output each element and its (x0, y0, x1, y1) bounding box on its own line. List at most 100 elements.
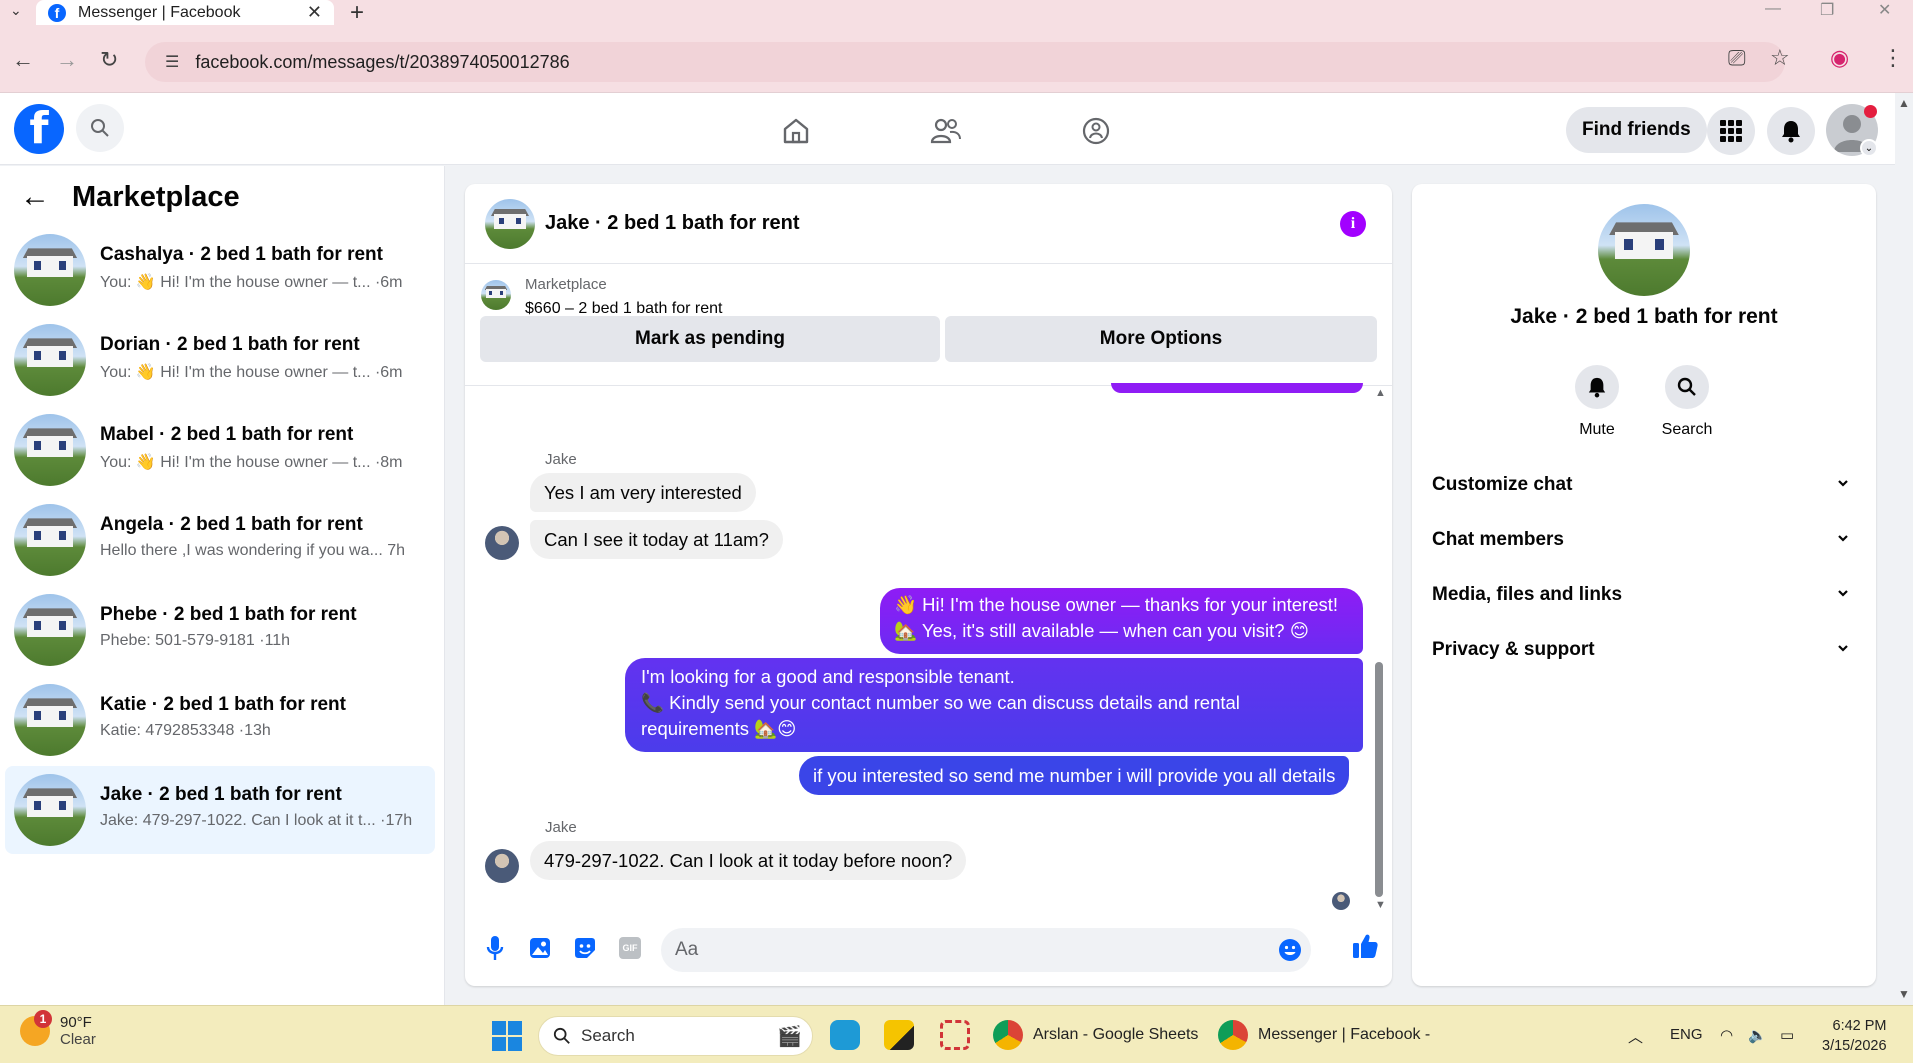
windows-start-icon[interactable] (492, 1021, 522, 1051)
bell-icon (1782, 121, 1800, 143)
chat-members-section[interactable]: Chat members (1412, 516, 1876, 566)
listing-thumbnail (14, 684, 86, 756)
chat-listing-thumbnail[interactable] (485, 199, 535, 249)
restore-icon[interactable]: ❐ (1820, 0, 1834, 20)
attach-photo-button[interactable] (526, 934, 554, 962)
new-tab-icon[interactable]: + (350, 0, 364, 27)
conversation-item[interactable]: Angela · 2 bed 1 bath for rent Hello the… (5, 496, 435, 584)
page-scroll-down-icon[interactable]: ▼ (1898, 987, 1910, 1001)
conversation-snippet: Hello there ,I was wondering if you wa..… (100, 542, 406, 559)
sticker-button[interactable] (571, 934, 599, 962)
taskbar-app-messenger[interactable]: Messenger | Facebook - (1218, 1018, 1430, 1052)
like-button[interactable] (1351, 932, 1379, 960)
jake-avatar[interactable] (485, 849, 519, 883)
groups-nav-button[interactable] (1076, 111, 1116, 151)
clapper-icon: 🎬 (777, 1025, 802, 1048)
profile-icon[interactable]: ◉ (1830, 45, 1849, 71)
site-settings-icon[interactable]: ☰ (165, 52, 179, 72)
back-arrow-icon[interactable]: ← (12, 47, 34, 73)
message-line: 👋 Hi! I'm the house owner — thanks for y… (894, 594, 1339, 615)
facebook-logo-icon[interactable]: f (14, 104, 64, 154)
section-label: Media, files and links (1432, 584, 1623, 605)
customize-chat-section[interactable]: Customize chat (1412, 461, 1876, 511)
outgoing-message[interactable]: if you interested so send me number i wi… (799, 756, 1350, 795)
tray-chevron-up-icon[interactable]: ︿ (1628, 1026, 1643, 1047)
outgoing-message[interactable]: 👋 Hi! I'm the house owner — thanks for y… (880, 588, 1363, 654)
marketplace-header: ← Marketplace (20, 180, 240, 214)
battery-icon[interactable]: ▭ (1780, 1026, 1794, 1044)
incoming-message[interactable]: Can I see it today at 11am? (530, 520, 783, 559)
outgoing-message[interactable]: I'm looking for a good and responsible t… (625, 658, 1363, 752)
volume-icon[interactable]: 🔈 (1748, 1026, 1767, 1044)
conversation-item-active[interactable]: Jake · 2 bed 1 bath for rent Jake: 479-2… (5, 766, 435, 854)
tab-search-chevron-icon[interactable]: ⌄ (10, 2, 22, 19)
incoming-message[interactable]: Yes I am very interested (530, 473, 756, 512)
info-icon[interactable]: i (1340, 211, 1366, 237)
mute-action[interactable]: Mute (1552, 365, 1642, 439)
forward-arrow-icon[interactable]: → (56, 47, 78, 73)
account-chevron-icon[interactable]: ⌄ (1860, 139, 1878, 157)
voice-clip-button[interactable] (481, 934, 509, 962)
message-line: requirements 🏡😊 (641, 718, 797, 739)
friends-nav-button[interactable] (926, 111, 966, 151)
window-close-icon[interactable]: ✕ (1878, 0, 1891, 20)
details-title: Jake · 2 bed 1 bath for rent (1510, 305, 1778, 328)
wifi-icon[interactable]: ◠ (1720, 1026, 1733, 1044)
facebook-search-button[interactable] (76, 104, 124, 152)
more-options-button[interactable]: More Options (945, 316, 1377, 362)
taskbar-app-s[interactable] (830, 1018, 860, 1052)
conversation-item[interactable]: Mabel · 2 bed 1 bath for rent You: 👋 Hi!… (5, 406, 435, 494)
reload-icon[interactable]: ↻ (100, 47, 118, 73)
message-line: 📞 Kindly send your contact number so we … (641, 692, 1240, 713)
search-in-chat-button[interactable] (1665, 365, 1709, 409)
minimize-icon[interactable]: — (1765, 0, 1781, 18)
sticky-notes-icon (884, 1020, 914, 1050)
media-files-links-section[interactable]: Media, files and links (1412, 571, 1876, 621)
bookmark-star-icon[interactable]: ☆ (1770, 45, 1790, 71)
mark-as-pending-button[interactable]: Mark as pending (480, 316, 940, 362)
conversation-item[interactable]: Katie · 2 bed 1 bath for rent Katie: 479… (5, 676, 435, 764)
jake-avatar[interactable] (485, 526, 519, 560)
conversation-item[interactable]: Phebe · 2 bed 1 bath for rent Phebe: 501… (5, 586, 435, 674)
back-arrow-icon[interactable]: ← (20, 180, 50, 214)
url-omnibox[interactable]: ☰ facebook.com/messages/t/20389740500127… (145, 42, 1785, 82)
section-label: Privacy & support (1432, 639, 1595, 660)
taskbar-app-google-sheets[interactable]: Arslan - Google Sheets (993, 1018, 1198, 1052)
install-app-icon[interactable]: ⎚ (1728, 45, 1746, 71)
scroll-up-arrow-icon[interactable]: ▲ (1375, 387, 1386, 399)
find-friends-button[interactable]: Find friends (1566, 107, 1707, 153)
search-label: Search (1661, 421, 1713, 438)
taskbar-app-snipping[interactable] (940, 1018, 970, 1052)
message-input[interactable] (661, 928, 1311, 972)
taskbar-search[interactable]: Search 🎬 (538, 1016, 813, 1056)
browser-tab[interactable]: f Messenger | Facebook ✕ (36, 0, 334, 25)
conversation-item[interactable]: Cashalya · 2 bed 1 bath for rent You: 👋 … (5, 226, 435, 314)
listing-mini-thumbnail[interactable] (481, 280, 511, 310)
menu-button[interactable] (1707, 107, 1755, 155)
conversation-snippet: You: 👋 Hi! I'm the house owner — t... ·6… (100, 274, 403, 291)
weather-widget[interactable]: 1 90°F Clear (20, 1010, 96, 1048)
mute-button[interactable] (1575, 365, 1619, 409)
system-clock[interactable]: 6:42 PM 3/15/2026 (1822, 1016, 1887, 1056)
app-s-icon (830, 1020, 860, 1050)
emoji-button[interactable] (1276, 936, 1304, 964)
home-nav-button[interactable] (776, 111, 816, 151)
page-scroll-up-icon[interactable]: ▲ (1898, 96, 1910, 110)
scroll-down-arrow-icon[interactable]: ▼ (1375, 899, 1386, 911)
close-tab-icon[interactable]: ✕ (307, 2, 322, 23)
taskbar-app-notes[interactable] (884, 1018, 914, 1052)
chat-title[interactable]: Jake · 2 bed 1 bath for rent (545, 212, 800, 235)
search-action[interactable]: Search (1642, 365, 1732, 439)
notifications-button[interactable] (1767, 107, 1815, 155)
conversation-name: Angela · 2 bed 1 bath for rent (100, 514, 363, 535)
gif-button[interactable]: GIF (616, 934, 644, 962)
browser-menu-icon[interactable]: ⋮ (1882, 45, 1904, 71)
incoming-message[interactable]: 479-297-1022. Can I look at it today bef… (530, 841, 967, 880)
listing-thumbnail (14, 594, 86, 666)
privacy-support-section[interactable]: Privacy & support (1412, 626, 1876, 676)
chat-scrollbar-thumb[interactable] (1375, 662, 1383, 897)
friends-icon (930, 118, 961, 144)
details-listing-thumbnail[interactable] (1598, 204, 1690, 296)
conversation-item[interactable]: Dorian · 2 bed 1 bath for rent You: 👋 Hi… (5, 316, 435, 404)
language-indicator[interactable]: ENG (1670, 1026, 1703, 1043)
